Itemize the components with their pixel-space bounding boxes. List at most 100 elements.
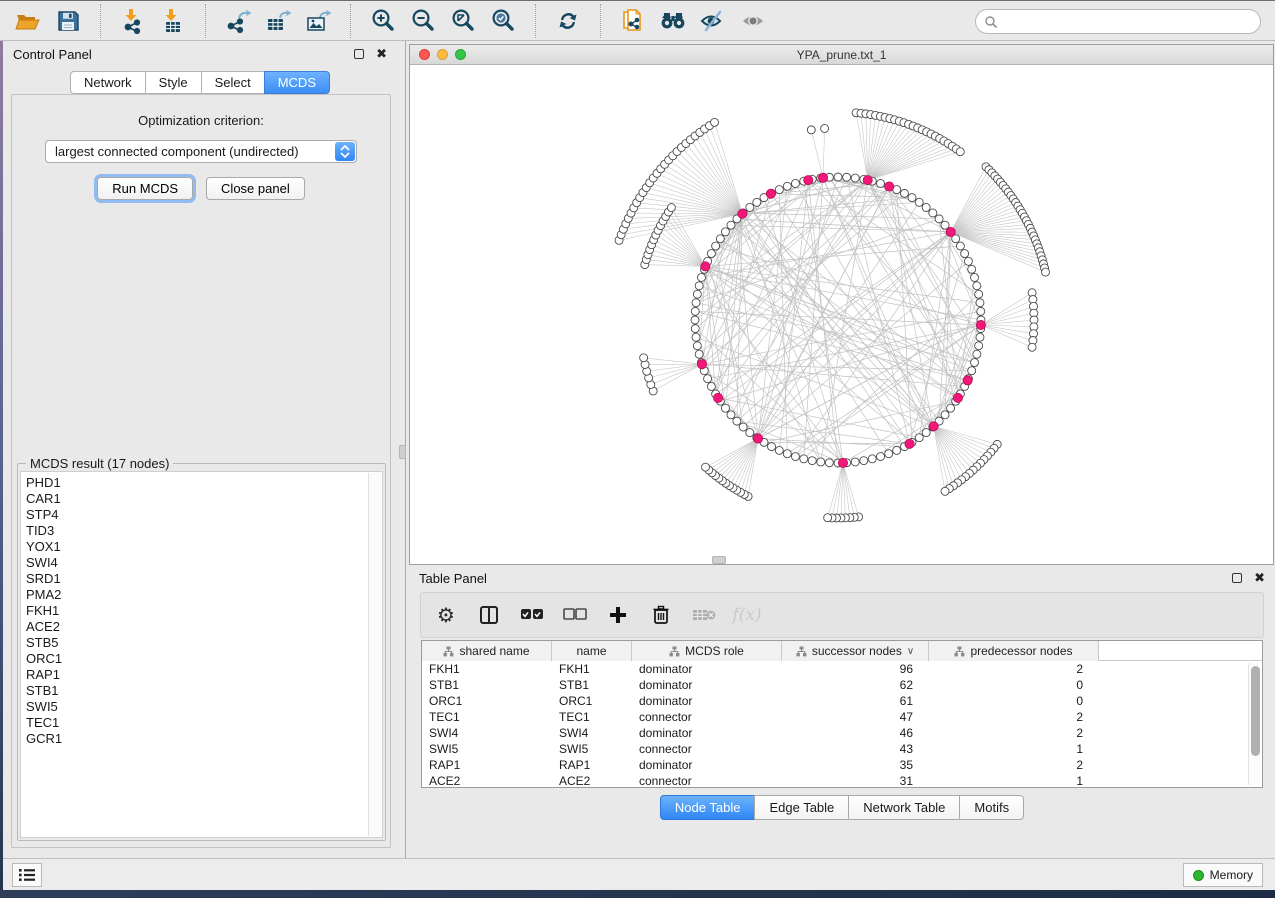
tab-mcds[interactable]: MCDS	[264, 71, 330, 94]
unselect-all-icon	[563, 608, 587, 622]
select-all-button[interactable]	[519, 600, 545, 630]
horizontal-splitter-grip[interactable]	[712, 556, 726, 564]
table-cell: 35	[782, 757, 929, 773]
table-scrollbar-thumb[interactable]	[1251, 666, 1260, 756]
column-label: successor nodes	[812, 644, 902, 658]
task-history-button[interactable]	[12, 863, 42, 887]
table-row[interactable]: RAP1RAP1dominator352	[422, 757, 1262, 773]
tab-node-table[interactable]: Node Table	[660, 795, 755, 820]
zoom-fit-button[interactable]	[443, 3, 483, 39]
mcds-node-item[interactable]: YOX1	[26, 539, 382, 555]
column-header-predecessor-nodes[interactable]: predecessor nodes	[929, 641, 1099, 661]
export-table-button[interactable]	[258, 3, 298, 39]
fx-icon: f(x)	[732, 605, 761, 625]
vertical-splitter[interactable]	[397, 41, 409, 858]
mcds-node-item[interactable]: PMA2	[26, 587, 382, 603]
table-cell: 47	[782, 709, 929, 725]
tab-network-table[interactable]: Network Table	[848, 795, 959, 820]
table-cell: ORC1	[422, 693, 552, 709]
show-columns-button[interactable]	[476, 600, 502, 630]
close-panel-icon[interactable]: ✖	[376, 46, 387, 62]
zoom-in-icon	[370, 8, 396, 34]
import-network-button[interactable]	[113, 3, 153, 39]
table-row[interactable]: ORC1ORC1dominator610	[422, 693, 1262, 709]
table-cell: 61	[782, 693, 929, 709]
hide-graphics-details-button[interactable]	[693, 3, 733, 39]
network-canvas[interactable]	[410, 65, 1273, 564]
column-header-shared-name[interactable]: shared name	[422, 641, 552, 661]
float-table-panel-icon[interactable]	[1232, 573, 1242, 583]
apply-function-button[interactable]: f(x)	[734, 600, 760, 630]
mcds-node-item[interactable]: GCR1	[26, 731, 382, 747]
add-row-button[interactable]	[605, 600, 631, 630]
table-row[interactable]: SWI5SWI5connector431	[422, 741, 1262, 757]
mcds-node-item[interactable]: SWI5	[26, 699, 382, 715]
mcds-node-item[interactable]: FKH1	[26, 603, 382, 619]
mcds-node-item[interactable]: STB5	[26, 635, 382, 651]
save-session-button[interactable]	[48, 3, 88, 39]
export-image-button[interactable]	[298, 3, 338, 39]
mcds-node-item[interactable]: CAR1	[26, 491, 382, 507]
delete-column-button[interactable]	[691, 600, 717, 630]
unselect-all-button[interactable]	[562, 600, 588, 630]
close-table-panel-icon[interactable]: ✖	[1254, 570, 1265, 586]
open-file-button[interactable]	[8, 3, 48, 39]
splitter-grip[interactable]	[399, 445, 406, 459]
tab-motifs[interactable]: Motifs	[959, 795, 1024, 820]
refresh-icon	[555, 8, 581, 34]
table-cell: connector	[632, 741, 782, 757]
close-panel-button[interactable]: Close panel	[206, 177, 305, 200]
search-network-button[interactable]	[653, 3, 693, 39]
attribute-icon	[669, 646, 680, 657]
zoom-out-button[interactable]	[403, 3, 443, 39]
table-cell: 2	[929, 709, 1099, 725]
table-cell: 46	[782, 725, 929, 741]
table-row[interactable]: SWI4SWI4dominator462	[422, 725, 1262, 741]
column-header-successor-nodes[interactable]: successor nodes∨	[782, 641, 929, 661]
criterion-select[interactable]: largest connected component (undirected)	[45, 140, 357, 163]
run-mcds-button[interactable]: Run MCDS	[97, 177, 193, 200]
delete-row-button[interactable]	[648, 600, 674, 630]
delete-column-icon	[692, 607, 716, 623]
show-graphics-details-button[interactable]	[733, 3, 773, 39]
zoom-selected-button[interactable]	[483, 3, 523, 39]
mcds-node-item[interactable]: RAP1	[26, 667, 382, 683]
table-row[interactable]: TEC1TEC1connector472	[422, 709, 1262, 725]
mcds-node-item[interactable]: ACE2	[26, 619, 382, 635]
network-window-titlebar[interactable]: YPA_prune.txt_1	[410, 45, 1273, 65]
memory-label: Memory	[1210, 868, 1253, 882]
zoom-in-button[interactable]	[363, 3, 403, 39]
mcds-node-item[interactable]: TEC1	[26, 715, 382, 731]
float-panel-icon[interactable]	[354, 49, 364, 59]
mcds-list-scrollbar[interactable]	[368, 473, 381, 836]
export-network-button[interactable]	[218, 3, 258, 39]
tab-style[interactable]: Style	[145, 71, 201, 94]
table-cell: STB1	[422, 677, 552, 693]
column-header-MCDS-role[interactable]: MCDS role	[632, 641, 782, 661]
refresh-view-button[interactable]	[548, 3, 588, 39]
mcds-node-item[interactable]: STB1	[26, 683, 382, 699]
mcds-node-item[interactable]: SRD1	[26, 571, 382, 587]
table-row[interactable]: ACE2ACE2connector311	[422, 773, 1262, 788]
mcds-node-item[interactable]: STP4	[26, 507, 382, 523]
column-header-name[interactable]: name	[552, 641, 632, 661]
table-settings-button[interactable]: ⚙	[433, 600, 459, 630]
tab-select[interactable]: Select	[201, 71, 264, 94]
mcds-node-item[interactable]: ORC1	[26, 651, 382, 667]
mcds-node-item[interactable]: PHD1	[26, 475, 382, 491]
table-scrollbar[interactable]	[1248, 663, 1261, 785]
import-table-button[interactable]	[153, 3, 193, 39]
table-row[interactable]: FKH1FKH1dominator962	[422, 661, 1262, 677]
table-cell: SWI5	[552, 741, 632, 757]
column-label: MCDS role	[685, 644, 744, 658]
table-row[interactable]: STB1STB1dominator620	[422, 677, 1262, 693]
mcds-node-item[interactable]: TID3	[26, 523, 382, 539]
memory-button[interactable]: Memory	[1183, 863, 1263, 887]
mcds-result-list[interactable]: PHD1CAR1STP4TID3YOX1SWI4SRD1PMA2FKH1ACE2…	[20, 471, 383, 838]
network-search-input[interactable]	[975, 9, 1261, 34]
clone-network-button[interactable]	[613, 3, 653, 39]
mcds-node-item[interactable]: SWI4	[26, 555, 382, 571]
tab-network[interactable]: Network	[70, 71, 145, 94]
tab-edge-table[interactable]: Edge Table	[754, 795, 848, 820]
toolbar-separator	[600, 4, 601, 38]
